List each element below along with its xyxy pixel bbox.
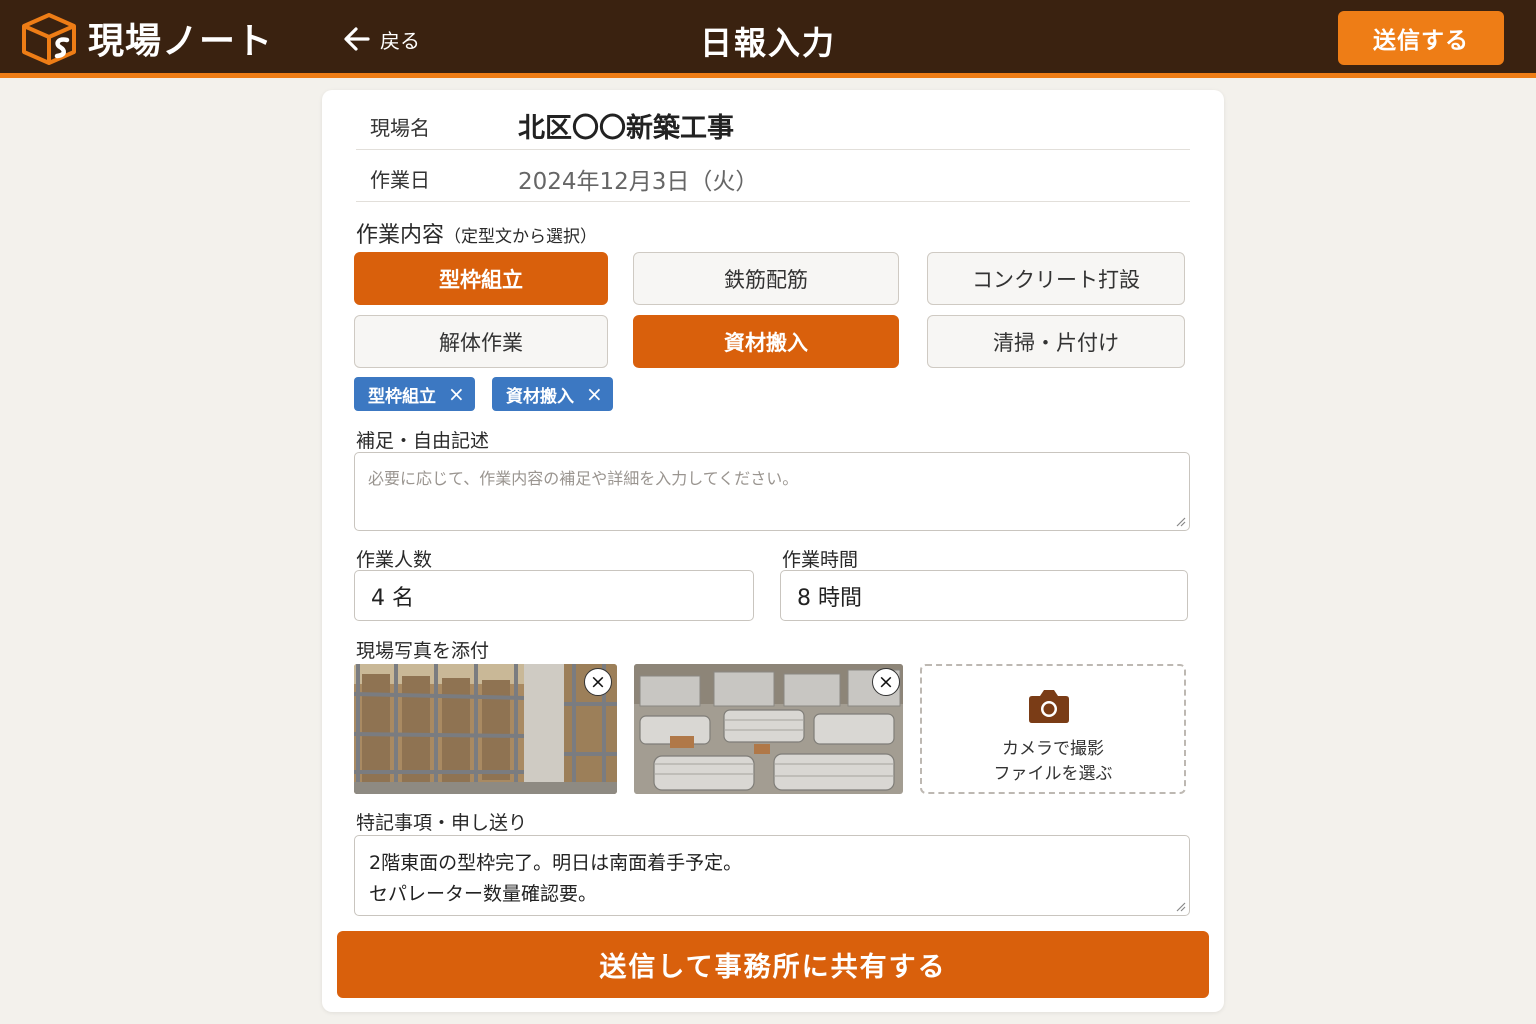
work-content-heading: 作業内容（定型文から選択） [356, 217, 597, 249]
photo-remove-icon[interactable]: × [584, 668, 612, 696]
send-button[interactable]: 送信する [1338, 11, 1504, 65]
tag-label: 資材搬入 [506, 386, 574, 407]
workers-input[interactable]: 4 名 [354, 570, 754, 621]
back-button[interactable]: 戻る [342, 20, 420, 58]
tag-remove-icon[interactable]: × [448, 384, 465, 404]
back-label: 戻る [380, 28, 420, 53]
formwork-photo-image [354, 664, 617, 794]
work-content-label: 作業内容 [356, 223, 445, 248]
box-logo-icon [22, 13, 76, 65]
work-date-label: 作業日 [370, 168, 430, 192]
work-option-concrete[interactable]: コンクリート打設 [927, 252, 1185, 305]
notes-line: セパレーター数量確認要。 [369, 883, 598, 905]
work-date-value: 2024年12月3日（火） [518, 169, 759, 195]
photo-upload-area[interactable]: カメラで撮影 ファイルを選ぶ [920, 664, 1186, 794]
report-form: 現場名 北区〇〇新築工事 作業日 2024年12月3日（火） 作業内容（定型文か… [322, 90, 1224, 1012]
file-label: ファイルを選ぶ [993, 764, 1113, 784]
resize-grip-icon[interactable] [1174, 900, 1186, 912]
work-option-tekkin[interactable]: 鉄筋配筋 [633, 252, 899, 305]
camera-icon [1029, 690, 1069, 723]
app-logo[interactable]: 現場ノート [20, 10, 273, 66]
arrow-left-icon [344, 27, 370, 51]
notes-textarea[interactable]: 2階東面の型枠完了。明日は南面着手予定。 セパレーター数量確認要。 [354, 835, 1190, 916]
supplement-textarea[interactable]: 必要に応じて、作業内容の補足や詳細を入力してください。 [354, 452, 1190, 531]
materials-photo-image [634, 664, 903, 794]
notes-line: 2階東面の型枠完了。明日は南面着手予定。 [369, 852, 743, 874]
selected-tag-material-delivery: 資材搬入 × [492, 377, 613, 411]
hours-label: 作業時間 [782, 549, 859, 571]
work-option-katawaku[interactable]: 型枠組立 [354, 252, 608, 305]
supplement-label: 補足・自由記述 [356, 430, 490, 452]
work-date-row: 作業日 2024年12月3日（火） [356, 150, 1190, 202]
work-option-cleanup[interactable]: 清掃・片付け [927, 315, 1185, 368]
hours-input[interactable]: 8 時間 [780, 570, 1188, 621]
app-header: 現場ノート 戻る 日報入力 送信する [0, 0, 1536, 78]
work-option-material-delivery[interactable]: 資材搬入 [633, 315, 899, 368]
notes-label: 特記事項・申し送り [356, 812, 528, 834]
site-name-label: 現場名 [370, 116, 430, 140]
photo-remove-icon[interactable]: × [872, 668, 900, 696]
resize-grip-icon[interactable] [1174, 515, 1186, 527]
camera-label: カメラで撮影 [1002, 739, 1104, 759]
work-option-demolition[interactable]: 解体作業 [354, 315, 608, 368]
app-name: 現場ノート [88, 21, 274, 62]
submit-share-button[interactable]: 送信して事務所に共有する [337, 931, 1209, 998]
site-name-value: 北区〇〇新築工事 [518, 113, 734, 144]
tag-label: 型枠組立 [368, 386, 436, 407]
tag-remove-icon[interactable]: × [586, 384, 603, 404]
workers-label: 作業人数 [356, 549, 433, 571]
photos-label: 現場写真を添付 [356, 640, 490, 662]
site-photo-formwork[interactable]: × [354, 664, 617, 794]
notes-text: 2階東面の型枠完了。明日は南面着手予定。 セパレーター数量確認要。 [369, 848, 742, 910]
work-content-hint: （定型文から選択） [444, 227, 598, 247]
selected-tag-katawaku: 型枠組立 × [354, 377, 475, 411]
supplement-placeholder: 必要に応じて、作業内容の補足や詳細を入力してください。 [368, 469, 799, 488]
site-photo-materials[interactable]: × [634, 664, 903, 794]
site-name-row: 現場名 北区〇〇新築工事 [356, 98, 1190, 150]
